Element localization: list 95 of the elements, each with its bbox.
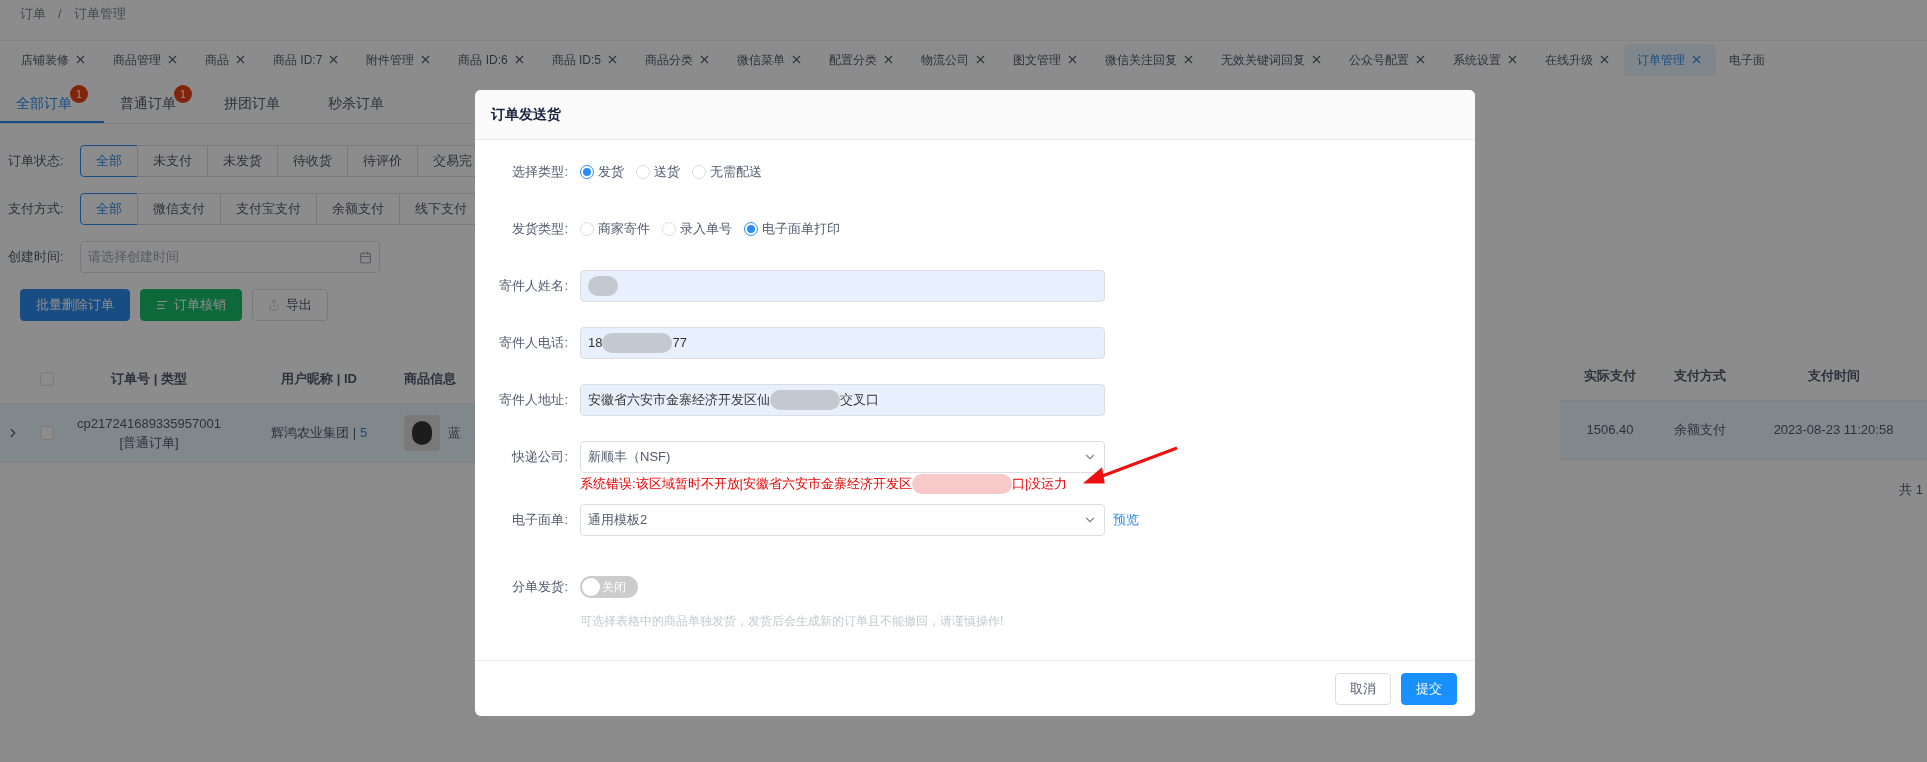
page-tab[interactable]: 公众号配置 <box>1336 43 1441 76</box>
pagination-total: 共 1 <box>1899 481 1923 500</box>
close-icon[interactable] <box>74 53 87 66</box>
breadcrumb-separator: / <box>57 5 63 24</box>
order-tab[interactable]: 秒杀订单 <box>312 85 416 123</box>
filter-option[interactable]: 待评价 <box>347 145 418 177</box>
field-label: 快递公司: <box>511 448 569 466</box>
payment-time: 2023-08-23 11:20:58 <box>1772 421 1895 440</box>
filter-option[interactable]: 待收货 <box>277 145 348 177</box>
input-field[interactable]: 安徽省六安市金寨经济开发区仙 交叉口 <box>580 384 1105 416</box>
page-tab[interactable]: 微信菜单 <box>724 43 817 76</box>
column-header: 支付方式 <box>1673 367 1727 386</box>
radio-option[interactable]: 送货 <box>636 162 680 182</box>
count-badge: 1 <box>174 85 192 103</box>
breadcrumb-item[interactable]: 订单管理 <box>73 4 126 24</box>
page-tab[interactable]: 配置分类 <box>816 43 909 76</box>
radio-option[interactable]: 商家寄件 <box>580 219 650 239</box>
field-value: 77 <box>672 334 687 353</box>
field-label: 发货类型: <box>511 220 569 238</box>
page-tab[interactable]: 电子面 <box>1716 43 1779 76</box>
filter-option[interactable]: 微信支付 <box>137 193 221 225</box>
input-field[interactable]: 18 77 <box>580 327 1105 359</box>
page-tab[interactable]: 在线升级 <box>1532 43 1625 76</box>
column-header: 实际支付 <box>1583 367 1637 386</box>
list-icon <box>156 299 168 311</box>
order-number: cp217241689335957001 <box>77 414 221 433</box>
page-tab[interactable]: 图文管理 <box>1000 43 1093 76</box>
page-tab[interactable]: 物流公司 <box>908 43 1001 76</box>
count-badge: 1 <box>70 85 88 103</box>
action-button[interactable]: 订单核销 <box>140 289 242 321</box>
calendar-icon <box>359 250 372 264</box>
radio-option[interactable]: 电子面单打印 <box>744 219 840 239</box>
field-value: 18 <box>588 334 603 353</box>
page-tab[interactable]: 商品分类 <box>632 43 725 76</box>
user-id[interactable]: 5 <box>360 425 368 441</box>
field-value: 安徽省六安市金寨经济开发区仙 <box>588 391 770 410</box>
field-label: 选择类型: <box>511 163 569 181</box>
preview-link[interactable]: 预览 <box>1113 510 1139 530</box>
order-tab[interactable]: 全部订单 1 <box>0 85 104 123</box>
export-icon <box>268 299 280 311</box>
filter-option[interactable]: 未支付 <box>137 145 208 177</box>
filter-option[interactable]: 全部 <box>80 193 138 225</box>
page-tab[interactable]: 附件管理 <box>353 43 446 76</box>
field-label: 寄件人地址: <box>498 391 569 409</box>
order-tab[interactable]: 普通订单 1 <box>104 85 208 123</box>
page-tab[interactable]: 商品 <box>192 43 260 76</box>
action-button[interactable]: 导出 <box>252 289 328 321</box>
select-field[interactable]: 新顺丰（NSF) <box>580 441 1105 473</box>
payment-method: 余额支付 <box>1673 421 1727 440</box>
page-tab[interactable]: 店铺装修 <box>8 43 100 76</box>
page-tab[interactable]: 商品管理 <box>100 43 192 76</box>
input-field[interactable] <box>580 270 1105 302</box>
close-icon[interactable] <box>166 53 179 66</box>
filter-option[interactable]: 支付宝支付 <box>220 193 317 225</box>
field-label: 寄件人电话: <box>498 334 569 352</box>
radio-option[interactable]: 无需配送 <box>692 162 762 182</box>
field-label: 寄件人姓名: <box>498 277 569 295</box>
page-tab[interactable]: 订单管理 <box>1624 43 1717 76</box>
column-header: 支付时间 <box>1806 367 1861 386</box>
select-field[interactable]: 通用模板2 <box>580 504 1105 536</box>
field-label: 电子面单: <box>511 511 569 529</box>
product-image <box>404 415 440 451</box>
error-message: 系统错误:该区域暂时不开放|安徽省六安市金寨经济开发区 <box>580 475 912 494</box>
breadcrumb-item[interactable]: 订单 <box>20 4 46 24</box>
order-tab[interactable]: 拼团订单 <box>208 85 312 123</box>
field-value: 交叉口 <box>840 391 879 410</box>
page-tab[interactable]: 商品 ID:5 <box>538 43 633 76</box>
filter-option[interactable]: 全部 <box>80 145 138 177</box>
user-name: 辉鸿农业集团 <box>270 425 349 441</box>
column-header: 用户昵称 | ID <box>280 370 358 389</box>
filter-option[interactable]: 余额支付 <box>316 193 400 225</box>
radio-option[interactable]: 录入单号 <box>662 219 732 239</box>
dialog-button[interactable]: 提交 <box>1401 672 1457 705</box>
dialog-title: 订单发送货 <box>491 105 561 124</box>
dialog-button[interactable]: 取消 <box>1335 672 1391 705</box>
order-type: [普通订单] <box>119 434 179 452</box>
radio-option[interactable]: 发货 <box>580 162 624 182</box>
field-label: 分单发货: <box>511 578 569 596</box>
filter-label: 订单状态: <box>8 152 65 171</box>
paid-amount: 1506.40 <box>1585 421 1635 440</box>
column-header: 商品信息 <box>403 370 456 389</box>
filter-label: 创建时间: <box>8 248 65 267</box>
filter-option[interactable]: 未发货 <box>207 145 278 177</box>
page-tab[interactable]: 系统设置 <box>1440 43 1533 76</box>
action-button[interactable]: 批量删除订单 <box>20 289 130 321</box>
column-header: 订单号 | 类型 <box>110 370 188 389</box>
page-tab[interactable]: 微信关注回复 <box>1092 43 1209 76</box>
page-tab[interactable]: 无效关键词回复 <box>1208 43 1337 76</box>
page-tab[interactable]: 商品 ID:6 <box>445 43 539 76</box>
product-name: 蓝 <box>448 424 461 443</box>
close-icon[interactable] <box>234 53 247 66</box>
separator: | <box>351 425 358 441</box>
page-tab[interactable]: 商品 ID:7 <box>260 43 354 76</box>
filter-label: 支付方式: <box>8 200 65 219</box>
error-message: 口|没运力 <box>1012 475 1068 494</box>
